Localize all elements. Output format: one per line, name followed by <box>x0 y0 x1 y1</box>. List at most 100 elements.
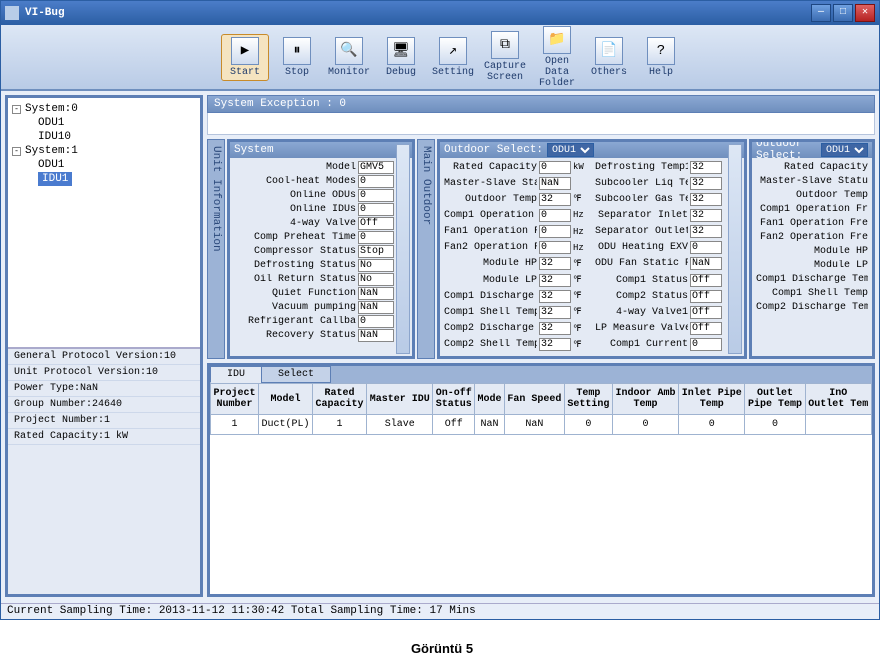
system-row: Comp Preheat Time0h <box>234 230 408 244</box>
outdoor-select[interactable]: ODU1 <box>547 143 594 157</box>
tree-system1[interactable]: System:1 <box>25 145 78 157</box>
column-header[interactable]: RatedCapacity <box>313 384 367 415</box>
field-label: Defrosting Status <box>234 260 356 271</box>
toolbar-open-data-folder-button[interactable]: 📁Open DataFolder <box>533 24 581 91</box>
system-tree[interactable]: -System:0 ODU1 IDU10 -System:1 ODU1 IDU1 <box>8 98 200 348</box>
system-panel: System ModelGMV5Cool-heat Modes0Online O… <box>227 139 415 359</box>
tree-item[interactable]: ODU1 <box>12 158 196 172</box>
field-label: 4-way Valve <box>234 218 356 229</box>
tree-item[interactable]: IDU10 <box>12 130 196 144</box>
field-value: 0 <box>358 175 394 188</box>
table-cell: 0 <box>679 415 745 435</box>
outdoor2-select[interactable]: ODU1 <box>821 143 868 157</box>
column-header[interactable]: Model <box>258 384 312 415</box>
outdoor-row: Fan1 Operation Fre0Hz <box>444 225 589 239</box>
vtab-main-outdoor[interactable]: Main Outdoor <box>417 139 435 359</box>
stop-icon: ⏸ <box>283 37 311 65</box>
table-row[interactable]: 1Duct(PL)1SlaveOffNaNNaN0000 <box>211 415 872 435</box>
column-header[interactable]: Inlet PipeTemp <box>679 384 745 415</box>
scrollbar[interactable] <box>396 144 410 354</box>
info-line: Power Type:NaN <box>8 381 200 397</box>
system-row: Online ODUs0 <box>234 188 408 202</box>
system-row: Recovery StatusNaN <box>234 328 408 342</box>
field-value: NaN <box>358 301 394 314</box>
table-cell: Off <box>433 415 475 435</box>
field-label: Online ODUs <box>234 190 356 201</box>
field-value: 0 <box>358 315 394 328</box>
column-header[interactable]: Indoor AmbTemp <box>612 384 678 415</box>
setting-icon: ↗ <box>439 37 467 65</box>
toolbar-capture-screen-button[interactable]: ⧉CaptureScreen <box>481 29 529 85</box>
field-value: No <box>358 273 394 286</box>
toolbar-others-button[interactable]: 📄Others <box>585 35 633 80</box>
outdoor2-row: Module HP <box>756 244 868 258</box>
outdoor2-row: Module LP <box>756 258 868 272</box>
column-header[interactable]: TempSetting <box>564 384 612 415</box>
system-row: ModelGMV5 <box>234 160 408 174</box>
tree-system0[interactable]: System:0 <box>25 103 78 115</box>
field-value: NaN <box>358 329 394 342</box>
outdoor2-row: Master-Slave Statu <box>756 174 868 188</box>
system-exception-text: System Exception : 0 <box>214 98 346 110</box>
outdoor-row: LP Measure ValveOff <box>595 322 740 336</box>
outdoor-row: Master-Slave StatuNaN <box>444 176 589 190</box>
outdoor-row: Subcooler Gas Temp32 <box>595 192 740 206</box>
field-value: 0 <box>358 203 394 216</box>
system-row: Cool-heat Modes0 <box>234 174 408 188</box>
outdoor-row: Rated Capacity0kW <box>444 160 589 174</box>
toolbar-help-button[interactable]: ?Help <box>637 35 685 80</box>
field-value: GMV5 <box>358 161 394 174</box>
outdoor-row: ODU Heating EXV0 <box>595 241 740 255</box>
idu-grid[interactable]: ProjectNumberModelRatedCapacityMaster ID… <box>210 383 872 594</box>
column-header[interactable]: On-offStatus <box>433 384 475 415</box>
maximize-button[interactable]: □ <box>833 4 853 22</box>
outdoor-row: Outdoor Temp32℉ <box>444 192 589 206</box>
outdoor-row: Defrosting Temp132 <box>595 160 740 174</box>
tree-item-selected[interactable]: IDU1 <box>38 172 72 186</box>
table-cell: 1 <box>211 415 259 435</box>
collapse-icon[interactable]: - <box>12 147 21 156</box>
outdoor-row: Separator Outlet32 <box>595 225 740 239</box>
table-cell: 1 <box>313 415 367 435</box>
toolbar-debug-button[interactable]: 🖥Debug <box>377 35 425 80</box>
tree-item[interactable]: ODU1 <box>12 116 196 130</box>
toolbar-stop-button[interactable]: ⏸Stop <box>273 35 321 80</box>
field-label: Oil Return Status <box>234 274 356 285</box>
info-line: Unit Protocol Version:10 <box>8 365 200 381</box>
outdoor-row: Comp1 Current0 <box>595 338 740 352</box>
field-label: Model <box>234 162 356 173</box>
column-header[interactable]: Fan Speed <box>504 384 564 415</box>
toolbar-start-button[interactable]: ▶Start <box>221 34 269 81</box>
app-window: VI-Bug — □ ✕ ▶Start⏸Stop🔍Monitor🖥Debug↗S… <box>0 0 880 620</box>
field-value: 0 <box>358 231 394 244</box>
system-row: 4-way ValveOff <box>234 216 408 230</box>
info-line: Project Number:1 <box>8 413 200 429</box>
column-header[interactable]: ProjectNumber <box>211 384 259 415</box>
collapse-icon[interactable]: - <box>12 105 21 114</box>
idu-panel: IDU Select ProjectNumberModelRatedCapaci… <box>207 363 875 597</box>
vtab-unit-information[interactable]: Unit Information <box>207 139 225 359</box>
tab-select[interactable]: Select <box>261 366 331 383</box>
outdoor-row: Comp1 Shell Temp32℉ <box>444 305 589 319</box>
monitor-icon: 🔍 <box>335 37 363 65</box>
field-value: Off <box>358 217 394 230</box>
column-header[interactable]: Master IDU <box>367 384 433 415</box>
toolbar-setting-button[interactable]: ↗Setting <box>429 35 477 80</box>
field-label: Refrigerant Callba <box>234 316 356 327</box>
field-value: NaN <box>358 287 394 300</box>
tab-idu[interactable]: IDU <box>210 366 262 383</box>
column-header[interactable]: InOOutlet Tem <box>805 384 871 415</box>
outdoor2-panel: Outdoor Select: ODU1 Rated CapacityMaste… <box>749 139 875 359</box>
field-label: Cool-heat Modes <box>234 176 356 187</box>
toolbar-monitor-button[interactable]: 🔍Monitor <box>325 35 373 80</box>
column-header[interactable]: Mode <box>475 384 505 415</box>
outdoor-row: Subcooler Liq Temp32 <box>595 176 740 190</box>
outdoor2-row: Comp1 Shell Temp <box>756 286 868 300</box>
table-cell: NaN <box>475 415 505 435</box>
toolbar: ▶Start⏸Stop🔍Monitor🖥Debug↗Setting⧉Captur… <box>1 25 879 91</box>
minimize-button[interactable]: — <box>811 4 831 22</box>
column-header[interactable]: OutletPipe Temp <box>745 384 805 415</box>
status-text: Current Sampling Time: 2013-11-12 11:30:… <box>7 605 476 617</box>
scrollbar[interactable] <box>728 144 742 354</box>
close-button[interactable]: ✕ <box>855 4 875 22</box>
